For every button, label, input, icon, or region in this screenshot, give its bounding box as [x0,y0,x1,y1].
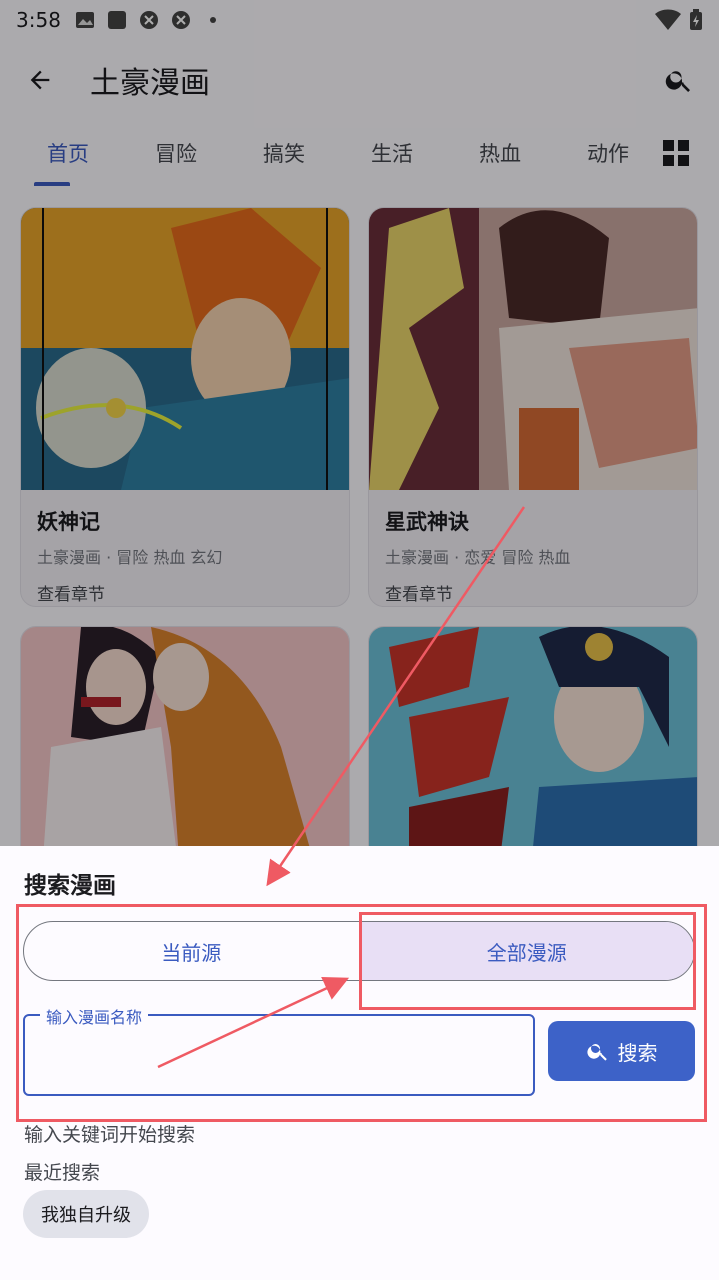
annotation-arrows [157,506,526,1069]
annotation-arrow-short [157,977,350,1069]
annotation-arrow-long [266,506,526,887]
